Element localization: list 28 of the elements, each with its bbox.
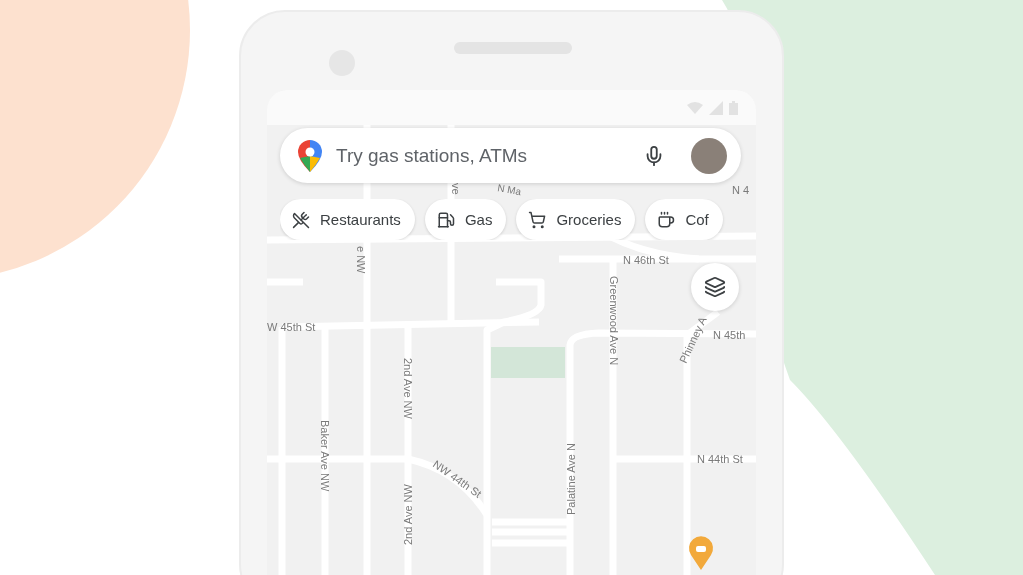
fuel-pump-icon	[436, 210, 455, 229]
street-label: Baker Ave NW	[319, 420, 331, 492]
street-label: e NW	[355, 246, 367, 274]
street-label: Palatine Ave N	[565, 443, 577, 515]
search-field[interactable]: Try gas stations, ATMs	[334, 143, 631, 168]
cart-icon	[528, 210, 547, 229]
street-label: 2nd Ave NW	[402, 358, 414, 419]
street-label: N 4	[732, 184, 750, 196]
search-bar[interactable]: Try gas stations, ATMs	[280, 128, 741, 183]
street-label: 2nd Ave NW	[402, 484, 414, 545]
cup-icon	[657, 210, 676, 229]
map-pin-logo-icon	[298, 139, 322, 172]
wifi-icon	[687, 101, 703, 114]
street-label: N 46th St	[623, 254, 669, 266]
street-label: W 45th St	[267, 321, 316, 333]
street-label: NW 44th St	[430, 457, 484, 500]
street-label: N Ma	[496, 182, 523, 198]
category-chip[interactable]: Restaurants	[280, 199, 415, 240]
street-label: N 45th	[713, 329, 746, 341]
street-label: N 44th St	[697, 453, 743, 465]
avatar-circle[interactable]	[691, 137, 727, 174]
street-label: ve	[450, 183, 462, 195]
layers-icon	[704, 276, 726, 298]
battery-icon	[729, 100, 738, 115]
street-label: Greenwood Ave N	[608, 276, 620, 366]
fork-knife-icon	[292, 210, 310, 229]
category-chip[interactable]: Groceries	[516, 199, 636, 240]
cafe-pin-icon	[689, 536, 713, 570]
